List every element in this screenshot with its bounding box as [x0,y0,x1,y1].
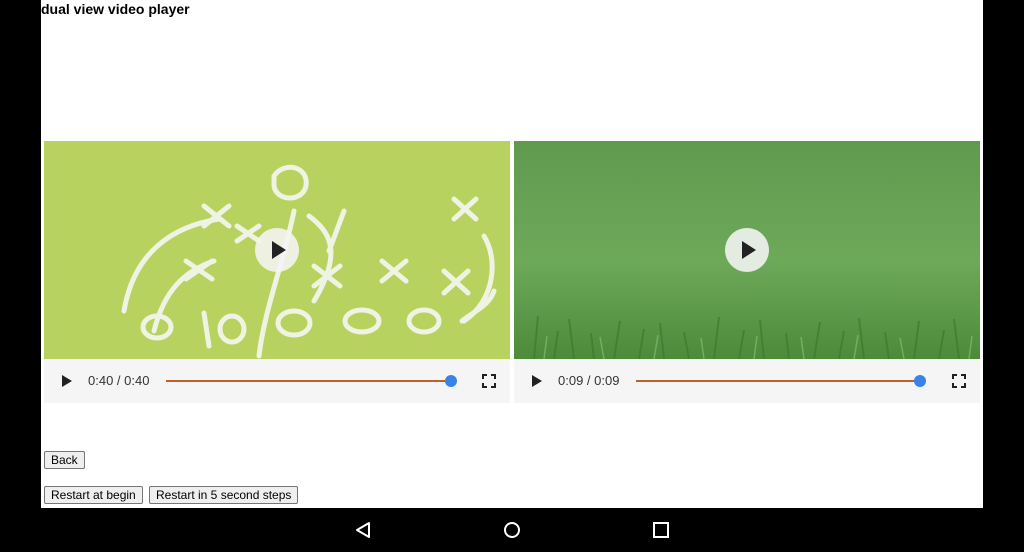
time-display: 0:09 / 0:09 [558,373,620,388]
page-title: dual view video player [41,1,190,17]
video-frame-2[interactable] [514,141,980,359]
back-icon[interactable] [353,520,373,540]
play-icon [742,241,756,259]
home-icon[interactable] [502,520,522,540]
big-play-button[interactable] [725,228,769,272]
video-player-2[interactable]: 0:09 / 0:09 [514,141,980,403]
restart-at-begin-button[interactable]: Restart at begin [44,486,143,504]
time-display: 0:40 / 0:40 [88,373,150,388]
video-frame-1[interactable] [44,141,510,359]
fullscreen-icon[interactable] [952,374,966,388]
fullscreen-icon[interactable] [482,374,496,388]
play-icon[interactable] [60,373,74,389]
big-play-button[interactable] [255,228,299,272]
progress-thumb[interactable] [445,375,457,387]
browser-page: dual view video player 0:40 / 0:40 0:09 … [41,0,983,508]
video-controls: 0:40 / 0:40 [44,359,510,403]
play-icon[interactable] [530,373,544,389]
restart-5-second-steps-button[interactable]: Restart in 5 second steps [149,486,299,504]
back-button[interactable]: Back [44,451,85,469]
progress-bar[interactable] [636,380,919,382]
play-icon [272,241,286,259]
android-nav-bar [0,508,1024,552]
progress-thumb[interactable] [914,375,926,387]
progress-bar[interactable] [166,380,450,382]
video-player-1[interactable]: 0:40 / 0:40 [44,141,510,403]
recents-icon[interactable] [651,520,671,540]
video-controls: 0:09 / 0:09 [514,359,980,403]
